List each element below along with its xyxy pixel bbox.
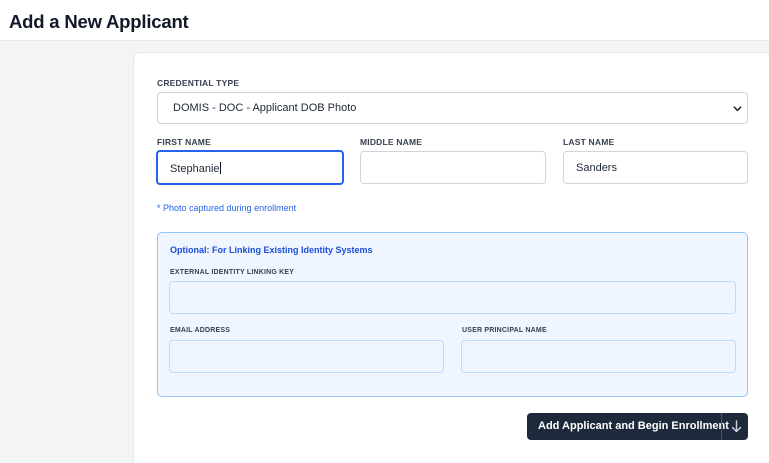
last-name-input[interactable]: Sanders bbox=[563, 151, 748, 184]
arrow-down-icon[interactable] bbox=[730, 419, 743, 434]
text-caret bbox=[219, 162, 221, 174]
email-input[interactable] bbox=[169, 340, 444, 373]
external-key-input[interactable] bbox=[169, 281, 736, 314]
email-label: EMAIL ADDRESS bbox=[170, 327, 231, 334]
page-header: Add a New Applicant bbox=[0, 0, 769, 41]
first-name-value: Stephanie bbox=[170, 162, 221, 175]
external-key-label: EXTERNAL IDENTITY LINKING KEY bbox=[170, 269, 295, 276]
add-applicant-button[interactable]: Add Applicant and Begin Enrollment bbox=[527, 413, 748, 440]
credential-type-label: CREDENTIAL TYPE bbox=[157, 78, 240, 88]
linking-panel-title: Optional: For Linking Existing Identity … bbox=[170, 245, 373, 255]
photo-note: * Photo captured during enrollment bbox=[157, 203, 297, 213]
credential-type-select[interactable]: DOMIS - DOC - Applicant DOB Photo bbox=[157, 92, 748, 124]
chevron-down-icon bbox=[733, 106, 742, 112]
first-name-input[interactable]: Stephanie bbox=[156, 150, 344, 185]
last-name-value: Sanders bbox=[576, 162, 617, 174]
upn-label: USER PRINCIPAL NAME bbox=[462, 327, 547, 334]
page-title: Add a New Applicant bbox=[9, 11, 189, 32]
middle-name-input[interactable] bbox=[360, 151, 546, 184]
first-name-label: FIRST NAME bbox=[157, 137, 211, 147]
middle-name-label: MIDDLE NAME bbox=[360, 137, 423, 147]
last-name-label: LAST NAME bbox=[563, 137, 615, 147]
credential-type-value: DOMIS - DOC - Applicant DOB Photo bbox=[173, 102, 357, 114]
upn-input[interactable] bbox=[461, 340, 736, 373]
button-divider bbox=[721, 413, 722, 440]
add-applicant-button-label: Add Applicant and Begin Enrollment bbox=[538, 420, 729, 432]
